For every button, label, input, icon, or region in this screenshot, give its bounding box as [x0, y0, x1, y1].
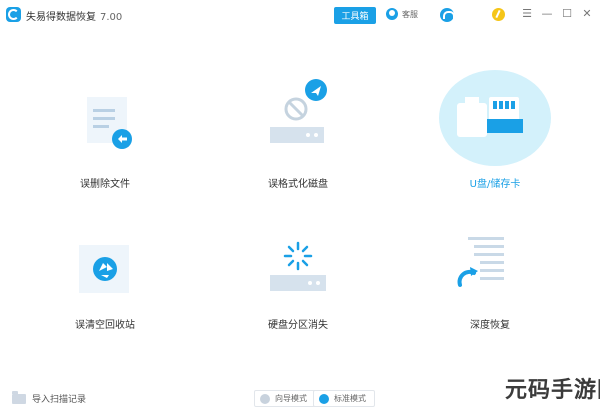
tile-formatted-disk[interactable]: 误格式化磁盘 — [228, 75, 368, 215]
toolbox-button[interactable]: 工具箱 — [334, 7, 376, 24]
standard-mode-icon — [319, 394, 329, 404]
standard-mode-label: 标准模式 — [334, 394, 366, 403]
service-label: 客服 — [402, 9, 418, 19]
tile-deleted-file[interactable]: 误删除文件 — [35, 75, 175, 215]
tile-label: 误删除文件 — [80, 179, 130, 190]
guide-mode-button[interactable]: 向导模式 — [254, 390, 316, 407]
tile-label: 误清空回收站 — [75, 320, 135, 331]
tile-label: 深度恢复 — [470, 320, 510, 331]
close-icon[interactable]: ✕ — [580, 7, 594, 21]
app-name: 失易得数据恢复 — [26, 12, 96, 23]
import-label: 导入扫描记录 — [32, 395, 87, 405]
partition-lost-icon — [270, 241, 326, 291]
app-title: 失易得数据恢复 7.00 — [26, 8, 122, 23]
title-bar: 失易得数据恢复 7.00 工具箱 客服 ☰ — ☐ ✕ — [0, 0, 600, 30]
formatted-disk-icon — [270, 79, 327, 143]
folder-icon — [12, 390, 26, 404]
guide-mode-icon — [260, 394, 270, 404]
watermark: 元码手游网 — [505, 378, 600, 403]
tile-label: 硬盘分区消失 — [268, 320, 328, 331]
recycle-bin-icon — [79, 245, 129, 293]
user-icon — [386, 8, 398, 20]
menu-icon[interactable]: ☰ — [520, 7, 534, 21]
headset-icon[interactable] — [440, 8, 455, 22]
tile-recycle-bin[interactable]: 误清空回收站 — [35, 233, 175, 373]
skin-icon[interactable] — [492, 8, 505, 21]
tile-label: 误格式化磁盘 — [268, 179, 328, 190]
usb-sdcard-icon — [457, 97, 523, 137]
deep-recovery-icon — [457, 237, 504, 287]
import-scan-record-link[interactable]: 导入扫描记录 — [12, 390, 87, 405]
guide-mode-label: 向导模式 — [275, 394, 307, 403]
maximize-icon[interactable]: ☐ — [560, 7, 574, 21]
tile-partition-lost[interactable]: 硬盘分区消失 — [228, 233, 368, 373]
standard-mode-button[interactable]: 标准模式 — [313, 390, 375, 407]
deleted-file-icon — [87, 97, 132, 149]
service-button[interactable]: 客服 — [386, 8, 418, 20]
tile-deep-recovery[interactable]: 深度恢复 — [420, 233, 560, 373]
tile-usb-sdcard[interactable]: U盘/储存卡 — [425, 70, 565, 215]
tile-label: U盘/储存卡 — [469, 179, 521, 190]
app-logo-icon — [6, 7, 21, 22]
app-version: 7.00 — [100, 12, 123, 23]
minimize-icon[interactable]: — — [540, 7, 554, 21]
